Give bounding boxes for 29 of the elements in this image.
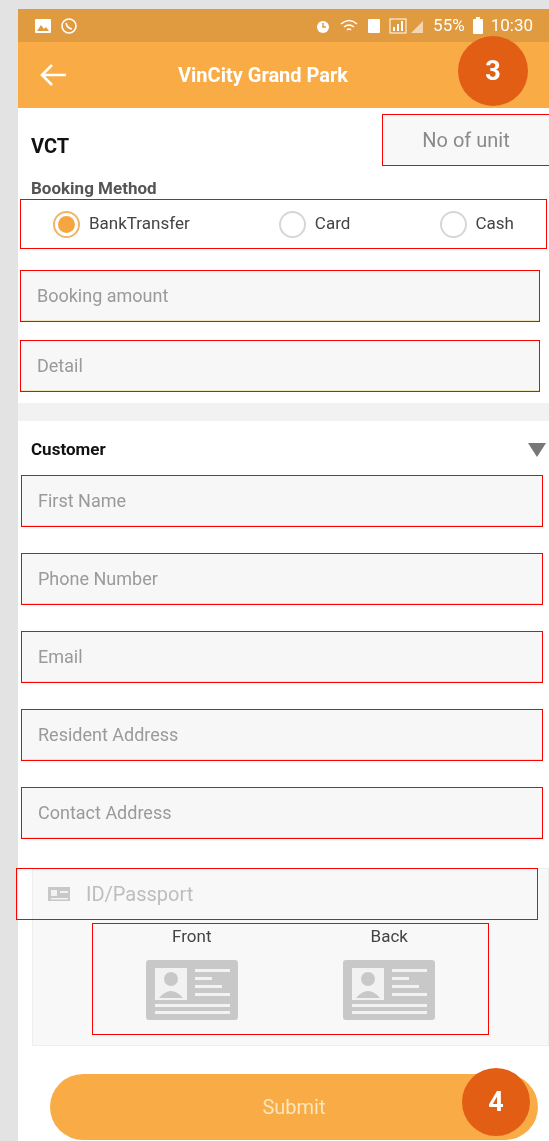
signal-icon [389, 17, 426, 34]
image-icon [34, 17, 52, 34]
id-card-icon[interactable] [145, 959, 238, 1020]
battery-percent: 55% [433, 13, 465, 37]
input-field[interactable]: Detail [21, 341, 539, 391]
booking-method-label: Booking Method [30, 178, 158, 198]
radio-option[interactable]: Cash [439, 210, 514, 238]
input-field[interactable]: Email [22, 632, 542, 682]
input-field[interactable]: First Name [22, 476, 542, 526]
id-passport-field[interactable]: ID/Passport [86, 879, 537, 909]
radio-option[interactable]: BankTransfer [53, 210, 190, 238]
input-field[interactable]: Resident Address [22, 710, 542, 760]
project-code: VCT [31, 133, 70, 160]
input-field[interactable]: Booking amount [21, 271, 539, 321]
phone-bubble-icon [60, 16, 78, 35]
clock-time: 10:30 [490, 13, 533, 37]
app-title: VinCity Grand Park [178, 62, 349, 89]
input-field[interactable]: Phone Number [22, 554, 542, 604]
side-label: Back [370, 925, 408, 948]
battery-icon [472, 17, 483, 34]
unit-field[interactable]: No of unit [383, 115, 549, 165]
callout-badge: 3 [458, 36, 528, 106]
radio-option[interactable]: Card [278, 210, 351, 238]
input-field[interactable]: Contact Address [22, 788, 542, 838]
id-card-icon [48, 887, 70, 901]
section-title: Customer [31, 438, 106, 462]
side-label: Front [172, 925, 212, 948]
expand-triangle-icon[interactable] [528, 443, 546, 457]
id-card-icon[interactable] [343, 959, 436, 1020]
